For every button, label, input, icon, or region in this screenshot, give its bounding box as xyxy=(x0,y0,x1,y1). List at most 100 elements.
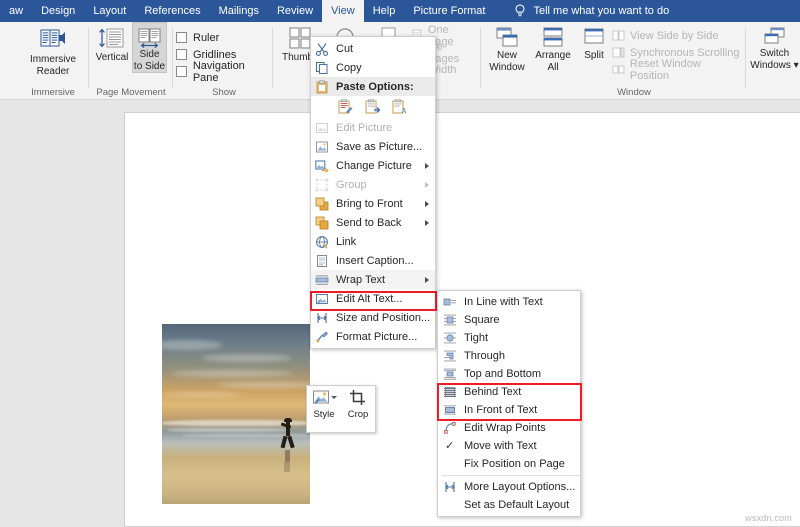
submenu-item-label: In Line with Text xyxy=(464,296,543,308)
change-picture-icon xyxy=(315,160,329,173)
context-menu-item-cut[interactable]: Cut xyxy=(311,39,435,58)
scissors-icon xyxy=(315,43,329,56)
picture-context-menu[interactable]: Cut Copy Paste Options: A Edit Picture S… xyxy=(310,36,436,349)
tab-mailings[interactable]: Mailings xyxy=(210,0,268,22)
context-menu-item-group: Group xyxy=(311,175,435,194)
submenu-item-through[interactable]: Through xyxy=(438,347,580,365)
paste-keep-source-formatting-icon[interactable] xyxy=(338,99,353,115)
view-side-by-side-label: View Side by Side xyxy=(630,29,719,42)
tab-layout[interactable]: Layout xyxy=(84,0,135,22)
paste-options-row[interactable]: A xyxy=(311,96,435,118)
submenu-item-label: More Layout Options... xyxy=(464,481,576,493)
submenu-item-set-as-default-layout[interactable]: Set as Default Layout xyxy=(438,496,580,514)
format-picture-icon xyxy=(316,331,328,343)
tab-view[interactable]: View xyxy=(322,0,364,22)
submenu-item-in-front-of-text[interactable]: In Front of Text xyxy=(438,401,580,419)
link-icon xyxy=(316,236,328,249)
checkbox-box[interactable] xyxy=(176,32,187,43)
submenu-item-label: Top and Bottom xyxy=(464,368,542,380)
group-label-window: Window xyxy=(617,87,651,98)
switch-windows-button[interactable]: Switch Windows ▾ xyxy=(749,22,800,71)
vertical-button[interactable]: Vertical xyxy=(92,22,132,64)
reset-window-position-button[interactable]: Reset Window Position xyxy=(612,58,742,82)
checkbox-box[interactable] xyxy=(176,49,187,60)
arrange-all-button[interactable]: Arrange All xyxy=(530,22,576,73)
group-label-immersive: Immersive xyxy=(31,87,75,98)
ribbon-tab-bar: aw Design Layout References Mailings Rev… xyxy=(0,0,800,22)
ribbon-group-show: Ruler Gridlines Navigation Pane Show xyxy=(176,22,272,100)
new-window-icon xyxy=(496,27,518,47)
group-divider xyxy=(480,28,481,88)
submenu-item-more-layout-options[interactable]: More Layout Options... xyxy=(438,478,580,496)
context-menu-item-change-picture[interactable]: Change Picture xyxy=(311,156,435,175)
submenu-item-label: Set as Default Layout xyxy=(464,499,570,511)
dropdown-caret-icon[interactable]: ▾ xyxy=(794,60,799,71)
tab-review[interactable]: Review xyxy=(268,0,322,22)
submenu-item-edit-wrap-points[interactable]: Edit Wrap Points xyxy=(438,419,580,437)
tab-help[interactable]: Help xyxy=(364,0,405,22)
submenu-arrow-icon xyxy=(425,201,429,207)
menu-item-label: Edit Alt Text... xyxy=(336,292,403,305)
wrap-in-front-of-text-icon xyxy=(444,405,456,415)
vertical-page-icon xyxy=(99,28,124,48)
context-menu-item-save-as-picture[interactable]: Save as Picture... xyxy=(311,137,435,156)
menu-item-label: Cut xyxy=(336,42,354,55)
context-menu-item-link[interactable]: Link xyxy=(311,232,435,251)
crop-button[interactable]: Crop xyxy=(342,389,374,420)
context-menu-item-wrap-text[interactable]: Wrap Text xyxy=(311,270,435,289)
tab-label: Help xyxy=(372,5,396,17)
context-menu-item-copy[interactable]: Copy xyxy=(311,58,435,77)
beach-sunset-silhouette-photo[interactable] xyxy=(162,324,310,504)
context-menu-item-bring-to-front[interactable]: Bring to Front xyxy=(311,194,435,213)
checkmark-icon: ✓ xyxy=(445,440,455,452)
svg-text:A: A xyxy=(402,107,407,115)
submenu-item-tight[interactable]: Tight xyxy=(438,329,580,347)
submenu-item-fix-position-on-page[interactable]: Fix Position on Page xyxy=(438,455,580,473)
button-label-line1: Vertical xyxy=(95,52,129,63)
paste-keep-text-only-icon[interactable]: A xyxy=(392,99,407,115)
tab-design[interactable]: Design xyxy=(32,0,84,22)
context-menu-item-size-and-position[interactable]: Size and Position... xyxy=(311,308,435,327)
ribbon-group-switch-windows: Switch Windows ▾ xyxy=(749,22,800,100)
tab-label: Review xyxy=(276,5,314,17)
lightbulb-icon xyxy=(515,4,525,17)
submenu-item-in-line-with-text[interactable]: In Line with Text xyxy=(438,293,580,311)
submenu-arrow-icon xyxy=(425,277,429,283)
checkbox-navigation-pane[interactable]: Navigation Pane xyxy=(176,60,272,84)
context-menu-item-insert-caption[interactable]: Insert Caption... xyxy=(311,251,435,270)
menu-item-label: Copy xyxy=(336,61,362,74)
split-button[interactable]: Split xyxy=(576,22,612,62)
checkbox-ruler[interactable]: Ruler xyxy=(176,29,219,46)
context-menu-item-edit-alt-text[interactable]: A Edit Alt Text... xyxy=(311,289,435,308)
checkbox-box[interactable] xyxy=(176,66,187,77)
tab-draw[interactable]: aw xyxy=(0,0,32,22)
new-window-button[interactable]: New Window xyxy=(484,22,530,73)
paste-merge-formatting-icon[interactable] xyxy=(365,99,380,115)
submenu-item-top-and-bottom[interactable]: Top and Bottom xyxy=(438,365,580,383)
context-menu-paste-options-header: Paste Options: xyxy=(311,77,435,96)
tab-label: References xyxy=(144,5,201,17)
view-side-by-side-button[interactable]: View Side by Side xyxy=(612,27,742,44)
submenu-item-move-with-text[interactable]: ✓ Move with Text xyxy=(438,437,580,455)
style-dropdown-caret-icon[interactable] xyxy=(330,396,337,399)
group-divider xyxy=(172,28,173,88)
tell-me-search[interactable]: Tell me what you want to do xyxy=(494,0,669,22)
picture-mini-toolbar[interactable]: Style Crop xyxy=(306,385,376,433)
tab-picture-format[interactable]: Picture Format xyxy=(404,0,494,22)
context-menu-item-send-to-back[interactable]: Send to Back xyxy=(311,213,435,232)
submenu-item-behind-text[interactable]: Behind Text xyxy=(438,383,580,401)
menu-item-label: Insert Caption... xyxy=(336,254,414,267)
style-button[interactable]: Style xyxy=(308,389,340,420)
crop-icon xyxy=(350,390,365,405)
tab-references[interactable]: References xyxy=(135,0,209,22)
wrap-text-submenu[interactable]: In Line with Text Square Tight Through T… xyxy=(437,290,581,517)
menu-item-label: Size and Position... xyxy=(336,311,431,324)
submenu-item-square[interactable]: Square xyxy=(438,311,580,329)
copy-icon xyxy=(316,62,328,74)
immersive-reader-button[interactable]: Immersive Reader xyxy=(24,22,82,77)
context-menu-item-format-picture[interactable]: Format Picture... xyxy=(311,327,435,346)
button-label-line1: New xyxy=(496,50,517,61)
menu-item-label: Group xyxy=(336,178,367,191)
side-to-side-button[interactable]: Side to Side xyxy=(132,22,167,73)
tell-me-label: Tell me what you want to do xyxy=(533,5,670,17)
